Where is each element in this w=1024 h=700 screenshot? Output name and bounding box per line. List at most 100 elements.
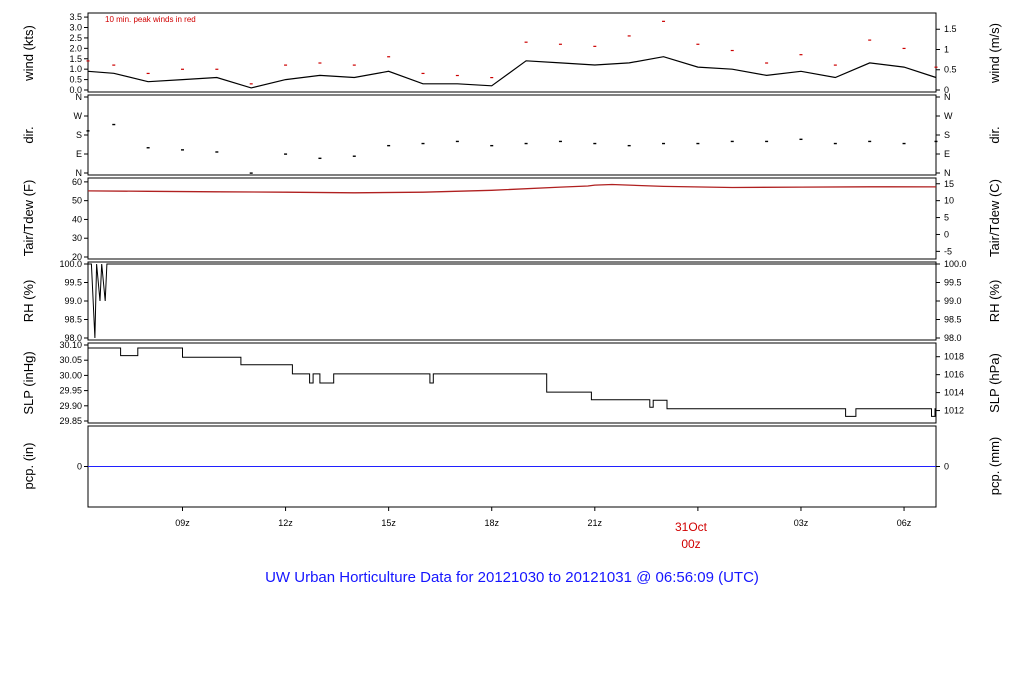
direction-point: [387, 144, 391, 147]
wind-ylabel-right: wind (m/s): [987, 23, 1002, 84]
temp-right-tick-label: 15: [944, 179, 954, 189]
rh-ylabel-right: RH (%): [987, 280, 1002, 323]
wind-ylabel-left: wind (kts): [21, 25, 36, 82]
wind-peak-point: [86, 60, 90, 62]
wind-left-tick-label: 0.5: [69, 75, 82, 85]
wind-right-tick-label: 0.5: [944, 65, 957, 75]
wind-peak-point: [627, 35, 631, 37]
direction-point: [112, 123, 116, 126]
wind-peak-point: [249, 83, 253, 85]
humidity-panel-frame: [87, 261, 937, 341]
wind-left-tick-label: 1.5: [69, 54, 82, 64]
dir-right-tick-label: N: [944, 168, 951, 178]
slp-left-tick-label: 30.10: [59, 340, 82, 350]
wind-speed-line: [87, 56, 937, 89]
dir-left-tick-label: E: [76, 149, 82, 159]
wind-peak-point: [799, 54, 803, 56]
temp-right-tick-label: 5: [944, 213, 949, 223]
wind-left-tick-label: 2.0: [69, 43, 82, 53]
wind-peak-point: [524, 41, 528, 43]
direction-point: [86, 130, 90, 132]
pressure-step-line: [88, 347, 936, 417]
temp-ylabel-right: Tair/Tdew (C): [987, 179, 1002, 257]
wind-left-tick-label: 2.5: [69, 33, 82, 43]
x-tick-label: 03z: [794, 518, 809, 528]
dir-left-tick-label: N: [76, 92, 83, 102]
temp-left-tick-label: 40: [72, 214, 82, 224]
direction-point: [765, 140, 769, 143]
direction-point: [627, 144, 631, 147]
wind-peak-point: [902, 47, 906, 50]
direction-point: [902, 142, 906, 145]
wind-peak-point: [284, 64, 288, 66]
wind-peak-point: [318, 62, 322, 64]
temp-right-tick-label: -5: [944, 246, 952, 256]
dir-ylabel-right: dir.: [987, 126, 1002, 143]
meteogram-chart: wind (kts) dir. Tair/Tdew (F) RH (%) SLP…: [21, 12, 1002, 586]
pcp-ylabel-right: pcp. (mm): [987, 437, 1002, 496]
direction-point: [524, 142, 528, 145]
direction-point: [696, 142, 700, 145]
pcp-right-tick-label: 0: [944, 462, 949, 472]
x-tick-label: 18z: [484, 518, 499, 528]
slp-left-tick-label: 30.00: [59, 370, 82, 380]
dir-left-tick-label: W: [74, 111, 83, 121]
rh-right-tick-label: 98.0: [944, 333, 962, 343]
direction-point: [558, 140, 562, 143]
wind-peak-point: [696, 43, 700, 45]
direction-point: [730, 140, 734, 143]
dir-ylabel-left: dir.: [21, 126, 36, 143]
wind-peak-point: [662, 20, 666, 22]
rh-left-tick-label: 99.0: [64, 296, 82, 306]
pressure-panel-frame: [87, 342, 937, 424]
dir-right-tick-label: N: [944, 92, 951, 102]
slp-left-tick-label: 29.85: [59, 416, 82, 426]
direction-point: [421, 142, 425, 145]
direction-point: [318, 157, 322, 160]
wind-peak-point: [352, 64, 356, 66]
direction-point: [180, 149, 184, 151]
wind-peak-point: [387, 56, 391, 58]
slp-right-tick-label: 1016: [944, 370, 964, 380]
slp-ylabel-right: SLP (hPa): [987, 353, 1002, 413]
direction-point: [833, 142, 837, 145]
rh-right-tick-label: 99.5: [944, 278, 962, 288]
temperature-panel-frame: [87, 177, 937, 260]
dir-left-tick-label: S: [76, 130, 82, 140]
wind-peak-point: [490, 77, 494, 79]
wind-peak-point: [833, 64, 837, 66]
dir-right-tick-label: E: [944, 149, 950, 159]
temp-left-tick-label: 30: [72, 233, 82, 243]
wind-peak-point: [765, 62, 769, 64]
wind-panel-frame: [87, 12, 937, 93]
humidity-line: [88, 263, 936, 339]
wind-right-tick-label: 1: [944, 44, 949, 54]
wind-peak-point: [593, 45, 597, 47]
wind-right-tick-label: 1.5: [944, 24, 957, 34]
air-temperature-line: [87, 183, 937, 194]
direction-point: [868, 140, 872, 143]
slp-ylabel-left: SLP (inHg): [21, 351, 36, 414]
direction-point: [662, 142, 666, 145]
wind-peak-point: [558, 43, 562, 45]
rh-left-tick-label: 100.0: [59, 259, 82, 269]
slp-left-tick-label: 29.90: [59, 401, 82, 411]
chart-title: UW Urban Horticulture Data for 20121030 …: [265, 569, 759, 586]
rh-right-tick-label: 98.5: [944, 315, 962, 325]
wind-peak-point: [730, 49, 734, 52]
rh-right-tick-label: 100.0: [944, 259, 967, 269]
x-tick-label: 06z: [897, 518, 912, 528]
direction-point: [284, 153, 288, 155]
slp-right-tick-label: 1018: [944, 352, 964, 362]
peak-wind-annotation: 10 min. peak winds in red: [105, 15, 196, 24]
pcp-ylabel-left: pcp. (in): [21, 443, 36, 490]
x-tick-label: 21z: [588, 518, 603, 528]
temp-right-tick-label: 10: [944, 196, 954, 206]
wind-left-tick-label: 1.0: [69, 64, 82, 74]
slp-left-tick-label: 30.05: [59, 355, 82, 365]
wind-peak-point: [180, 68, 184, 70]
dir-right-tick-label: W: [944, 111, 953, 121]
direction-point: [490, 144, 494, 147]
wind-left-tick-label: 3.5: [69, 12, 82, 22]
rh-ylabel-left: RH (%): [21, 280, 36, 323]
